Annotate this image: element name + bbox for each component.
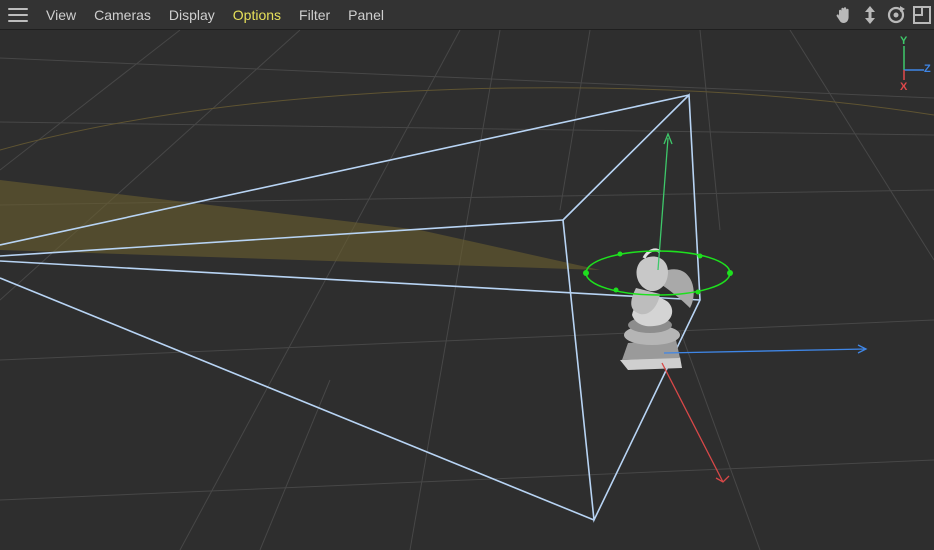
menu-options[interactable]: Options bbox=[224, 0, 290, 30]
move-vertical-icon[interactable] bbox=[858, 3, 882, 27]
menu-panel[interactable]: Panel bbox=[339, 0, 393, 30]
orientation-axis-widget: Y Z X bbox=[894, 34, 934, 96]
viewport[interactable]: View Cameras Display Options Filter Pane… bbox=[0, 0, 934, 550]
menu-display[interactable]: Display bbox=[160, 0, 224, 30]
light-range-arc bbox=[0, 87, 934, 151]
hand-pan-icon[interactable] bbox=[832, 3, 856, 27]
3d-scene[interactable] bbox=[0, 30, 934, 550]
camera-frustum[interactable] bbox=[0, 93, 701, 523]
axis-z-label: Z bbox=[924, 63, 931, 75]
menu-filter[interactable]: Filter bbox=[290, 0, 339, 30]
menu-cameras[interactable]: Cameras bbox=[85, 0, 160, 30]
hamburger-menu-icon[interactable] bbox=[8, 7, 28, 22]
axis-x-label: X bbox=[900, 81, 908, 93]
axis-y-label: Y bbox=[900, 35, 908, 47]
transform-axes[interactable] bbox=[657, 132, 868, 483]
orbit-rotate-icon[interactable] bbox=[884, 3, 908, 27]
floor-grid bbox=[0, 30, 934, 550]
viewport-menubar: View Cameras Display Options Filter Pane… bbox=[0, 0, 934, 30]
menu-view[interactable]: View bbox=[37, 0, 85, 30]
navigation-tools bbox=[830, 0, 934, 30]
maximize-view-icon[interactable] bbox=[910, 3, 934, 27]
